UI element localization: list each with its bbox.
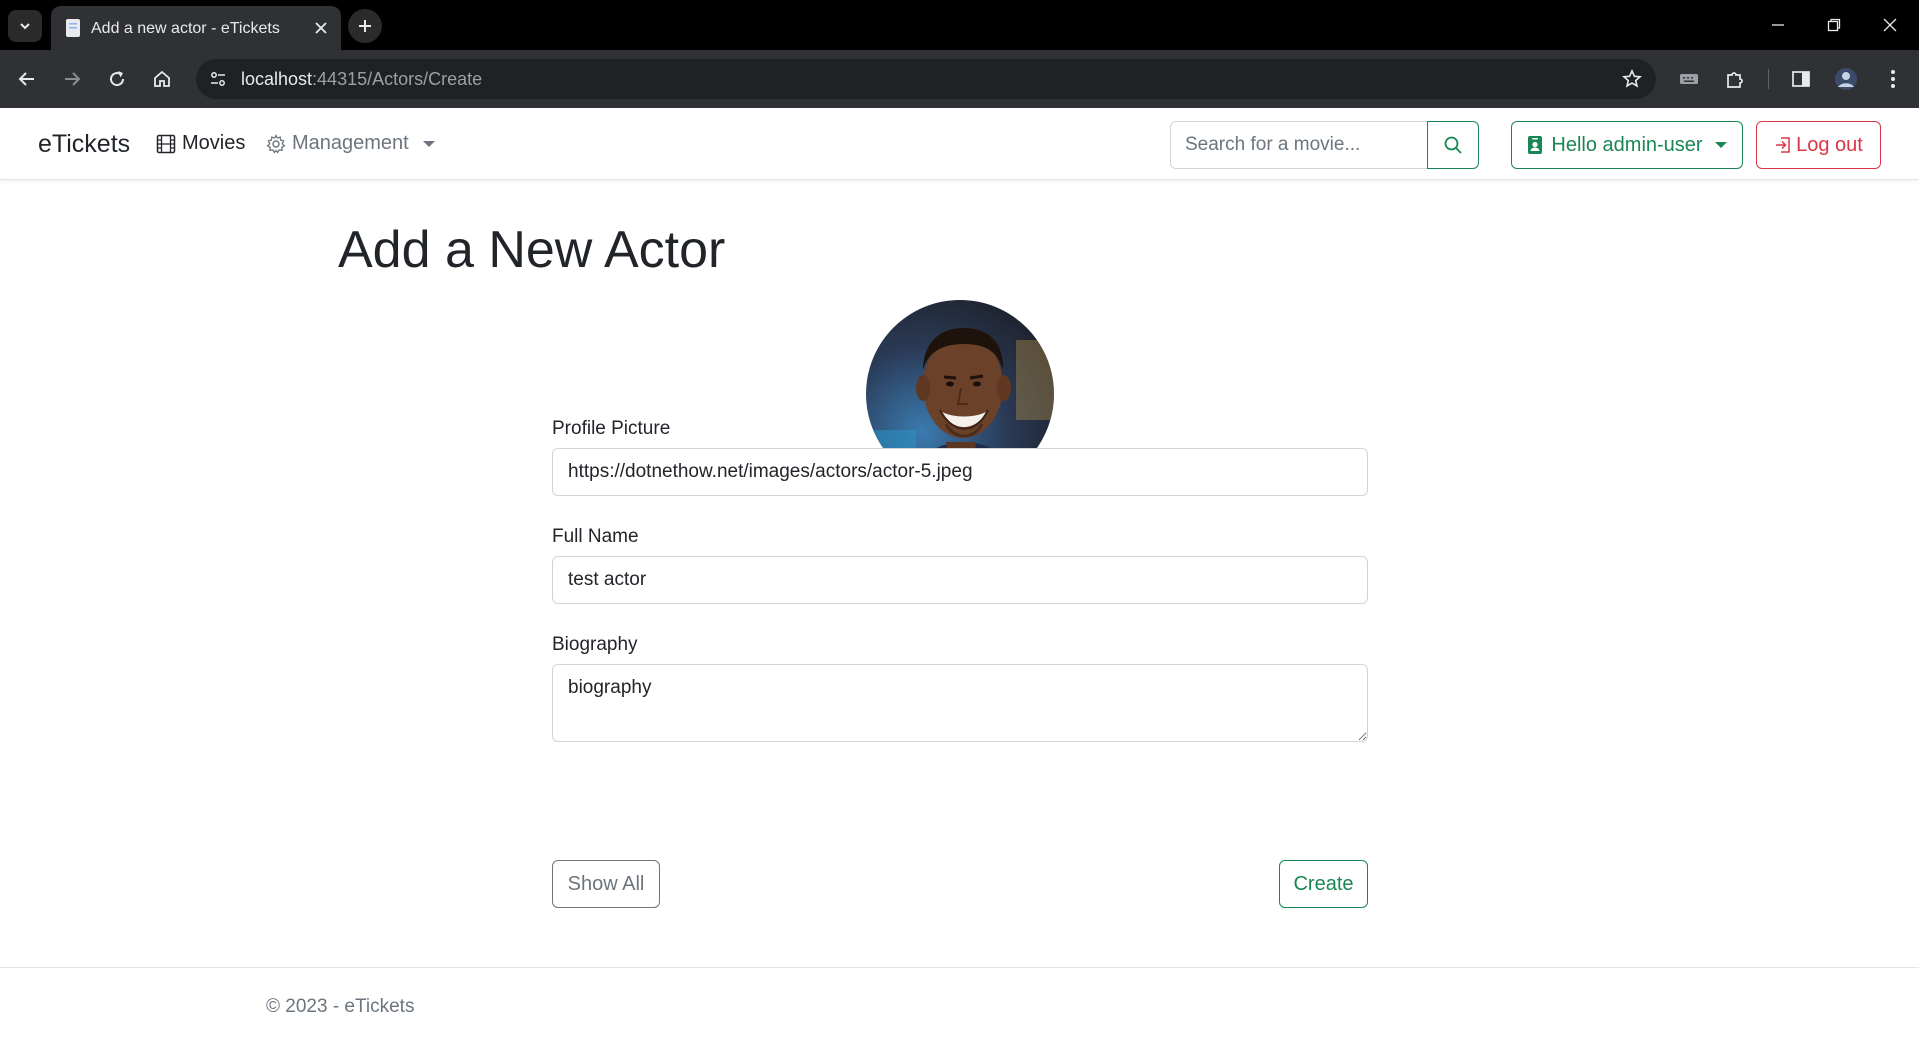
new-tab-button[interactable] bbox=[348, 9, 382, 43]
side-panel-button[interactable] bbox=[1784, 62, 1818, 96]
tab-search-button[interactable] bbox=[8, 10, 42, 42]
nav-movies-link[interactable]: Movies bbox=[156, 132, 245, 155]
extensions-button[interactable] bbox=[1718, 62, 1752, 96]
nav-management-label: Management bbox=[292, 132, 409, 154]
search-icon bbox=[1444, 136, 1462, 154]
box-arrow-in-icon bbox=[1776, 137, 1790, 153]
movie-search-input[interactable] bbox=[1170, 121, 1428, 169]
close-icon bbox=[1883, 18, 1897, 32]
keyboard-extension-button[interactable] bbox=[1672, 62, 1706, 96]
page-icon bbox=[66, 19, 80, 37]
caret-down-icon bbox=[1714, 142, 1727, 148]
back-button[interactable] bbox=[10, 62, 44, 96]
close-window-button[interactable] bbox=[1870, 8, 1910, 42]
star-icon bbox=[1622, 69, 1642, 88]
film-icon bbox=[156, 134, 176, 153]
toolbar-separator bbox=[1768, 69, 1769, 89]
restore-icon bbox=[1827, 18, 1841, 32]
browser-toolbar: localhost:44315/Actors/Create bbox=[0, 50, 1919, 108]
nav-management-dropdown[interactable]: Management bbox=[266, 132, 435, 155]
profile-picture-label: Profile Picture bbox=[552, 418, 671, 439]
url-path: :44315/Actors/Create bbox=[312, 69, 483, 89]
reload-button[interactable] bbox=[100, 62, 134, 96]
address-bar[interactable]: localhost:44315/Actors/Create bbox=[196, 59, 1656, 99]
nav-movies-label: Movies bbox=[182, 132, 246, 154]
profile-avatar-button[interactable] bbox=[1829, 62, 1863, 96]
full-name-label: Full Name bbox=[552, 526, 639, 547]
logout-button[interactable]: Log out bbox=[1756, 121, 1881, 169]
more-vertical-icon bbox=[1891, 70, 1895, 88]
page-footer: © 2023 - eTickets bbox=[0, 967, 1919, 1041]
page-title: Add a New Actor bbox=[338, 221, 726, 279]
user-menu-dropdown[interactable]: Hello admin-user bbox=[1511, 121, 1743, 169]
tab-title: Add a new actor - eTickets bbox=[91, 20, 280, 37]
arrow-left-icon bbox=[18, 72, 34, 86]
puzzle-icon bbox=[1727, 72, 1743, 88]
tune-icon bbox=[211, 72, 225, 86]
home-button[interactable] bbox=[145, 62, 179, 96]
keyboard-icon bbox=[1680, 74, 1698, 84]
minimize-button[interactable] bbox=[1758, 8, 1798, 42]
search-button[interactable] bbox=[1427, 121, 1479, 169]
close-icon bbox=[315, 22, 327, 34]
logout-label: Log out bbox=[1796, 133, 1863, 156]
gear-icon bbox=[266, 133, 286, 154]
full-name-input[interactable] bbox=[552, 556, 1368, 604]
bookmark-button[interactable] bbox=[1620, 67, 1644, 91]
profile-picture-input[interactable] bbox=[552, 448, 1368, 496]
web-page: eTickets Movies Management Hello admin-u… bbox=[0, 108, 1919, 1041]
browser-tab-bar: Add a new actor - eTickets bbox=[0, 0, 1919, 50]
home-icon bbox=[154, 70, 170, 87]
site-info-button[interactable] bbox=[206, 67, 230, 91]
url-host: localhost bbox=[241, 69, 313, 89]
restore-button[interactable] bbox=[1814, 8, 1854, 42]
biography-label: Biography bbox=[552, 634, 638, 655]
side-panel-icon bbox=[1792, 71, 1810, 87]
minimize-icon bbox=[1772, 24, 1784, 26]
caret-down-icon bbox=[422, 140, 435, 147]
profile-avatar-icon bbox=[1835, 68, 1857, 90]
user-menu-label: Hello admin-user bbox=[1551, 133, 1703, 156]
site-navbar: eTickets Movies Management Hello admin-u… bbox=[0, 108, 1919, 180]
arrow-right-icon bbox=[65, 72, 81, 86]
person-badge-icon bbox=[1528, 136, 1543, 154]
tab-close-button[interactable] bbox=[309, 16, 333, 40]
create-button[interactable]: Create bbox=[1279, 860, 1368, 908]
browser-tab-active[interactable]: Add a new actor - eTickets bbox=[51, 6, 341, 50]
plus-icon bbox=[359, 20, 371, 32]
url-text: localhost:44315/Actors/Create bbox=[241, 69, 482, 90]
chevron-down-icon bbox=[20, 23, 30, 30]
brand-link[interactable]: eTickets bbox=[38, 130, 130, 159]
show-all-button[interactable]: Show All bbox=[552, 860, 660, 908]
reload-icon bbox=[110, 71, 125, 87]
browser-menu-button[interactable] bbox=[1876, 62, 1910, 96]
biography-textarea[interactable]: biography bbox=[552, 664, 1368, 742]
footer-copyright: © 2023 - eTickets bbox=[266, 996, 415, 1017]
forward-button[interactable] bbox=[55, 62, 89, 96]
